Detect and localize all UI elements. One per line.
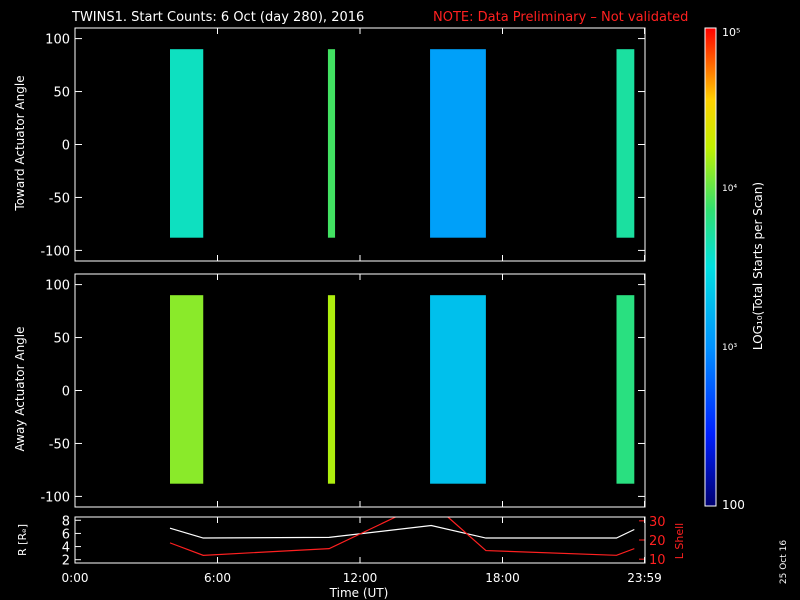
away-ylabel: Away Actuator Angle xyxy=(13,326,27,451)
orbit-ylabel-left: R [Rₑ] xyxy=(16,524,29,556)
chart-figure: TWINS1. Start Counts: 6 Oct (day 280), 2… xyxy=(13,10,789,600)
heatmap-cell xyxy=(170,49,204,238)
away-panel: -100 -50 0 50 100 xyxy=(40,273,646,508)
x-tick-label: 23:59 xyxy=(627,571,662,585)
y-tick-label: -100 xyxy=(40,490,70,505)
y-tick-label: 100 xyxy=(45,33,70,48)
colorbar-tick-1e3: 10³ xyxy=(722,343,737,353)
y-tick-label: 6 xyxy=(62,527,70,542)
radius-line xyxy=(169,524,635,539)
heatmap-cell xyxy=(616,49,635,238)
heatmap-cell xyxy=(616,295,635,484)
chart-title: TWINS1. Start Counts: 6 Oct (day 280), 2… xyxy=(71,10,364,25)
heatmap-cell xyxy=(327,49,336,238)
y-tick-label: 100 xyxy=(45,279,70,294)
y-tick-label: -50 xyxy=(49,437,70,452)
y-tick-label: 2 xyxy=(62,554,70,569)
y-tick-label: 8 xyxy=(62,514,70,529)
x-tick-label: 18:00 xyxy=(485,571,520,585)
heatmap-cell xyxy=(170,295,204,484)
y-tick-label: -100 xyxy=(40,244,70,259)
plot-frame xyxy=(74,273,646,508)
colorbar-label: LOG₁₀(Total Starts per Scan) xyxy=(751,182,765,350)
x-tick-label: 0:00 xyxy=(62,571,89,585)
colorbar-tick-1e4: 10⁴ xyxy=(722,184,737,194)
colorbar xyxy=(704,27,717,507)
y-tick-label-right: 10 xyxy=(649,553,666,568)
orbit-xlabel: Time (UT) xyxy=(329,586,389,600)
y-tick-label: 0 xyxy=(62,139,70,154)
x-tick-label: 6:00 xyxy=(204,571,231,585)
heatmap-cell xyxy=(430,49,486,238)
preliminary-note: NOTE: Data Preliminary – Not validated xyxy=(433,10,688,25)
y-tick-label: 4 xyxy=(62,541,70,556)
plot-frame xyxy=(74,516,646,564)
footer-date: 25 Oct 16 xyxy=(779,540,789,584)
colorbar-tick-100: 100 xyxy=(722,498,745,512)
x-tick-label: 12:00 xyxy=(343,571,378,585)
lshell-line xyxy=(169,517,635,556)
toward-panel: -100 -50 0 50 100 xyxy=(40,27,646,262)
y-tick-label: 0 xyxy=(62,385,70,400)
orbit-ylabel-right: L Shell xyxy=(673,523,686,559)
colorbar-tick-1e5: 10⁵ xyxy=(722,26,740,39)
y-tick-label: 50 xyxy=(53,86,70,101)
heatmap-cell xyxy=(327,295,336,484)
y-tick-label: -50 xyxy=(49,191,70,206)
toward-ylabel: Toward Actuator Angle xyxy=(13,75,27,211)
y-tick-label-right: 30 xyxy=(649,515,666,530)
plot-frame xyxy=(74,27,646,262)
y-tick-label-right: 20 xyxy=(649,534,666,549)
orbit-panel: 2468 10 20 30 0:00 6:00 12:00 18:00 23:59 xyxy=(62,514,666,585)
heatmap-cell xyxy=(430,295,486,484)
y-tick-label: 50 xyxy=(53,332,70,347)
